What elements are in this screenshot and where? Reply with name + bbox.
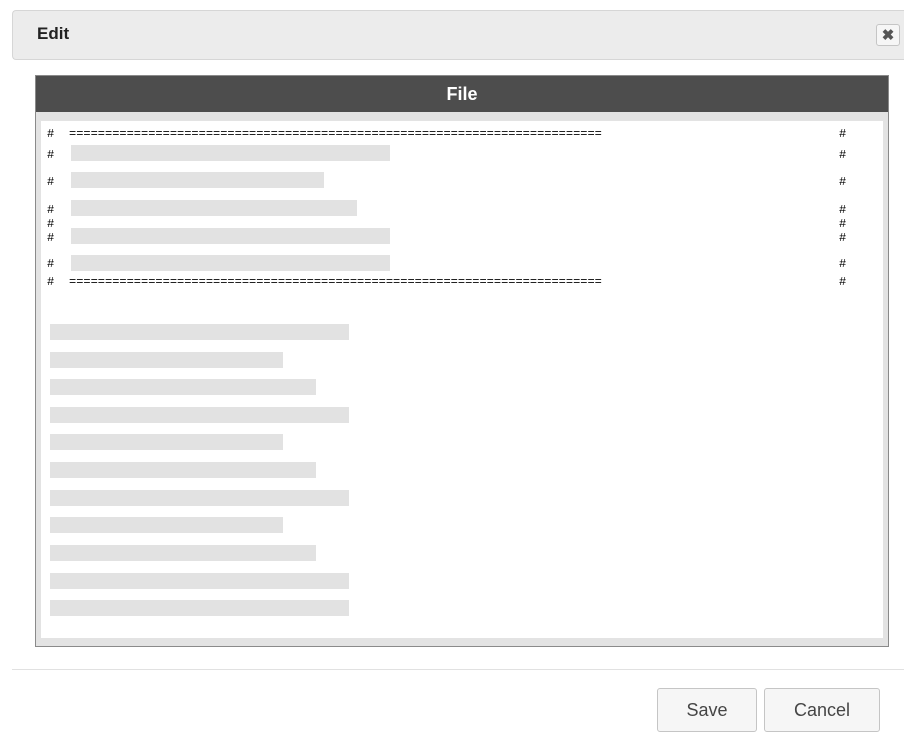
redacted-text [71,200,357,216]
redacted-line [50,490,349,506]
redacted-line [50,573,349,589]
file-editor[interactable]: # ======================================… [41,121,883,638]
comment-hash: # [839,275,847,289]
comment-hash: # [839,148,847,162]
redacted-text [71,228,390,244]
comment-hash: # [839,127,847,141]
comment-hash: # [47,203,55,217]
banner-separator-bottom: # ======================================… [47,275,867,289]
save-button[interactable]: Save [657,688,757,732]
redacted-text [71,145,390,161]
redacted-line [50,517,283,533]
comment-hash: # [839,175,847,189]
separator-text: ========================================… [69,275,602,289]
redacted-line [50,462,316,478]
redacted-text [71,172,324,188]
comment-hash: # [47,175,55,189]
dialog-title: Edit [37,24,70,43]
close-icon: ✖ [881,26,895,44]
redacted-text [71,255,390,271]
comment-hash: # [47,148,55,162]
redacted-line [50,379,316,395]
redacted-line [50,600,349,616]
separator-text: ========================================… [69,127,602,141]
redacted-line [50,407,349,423]
comment-hash: # [839,231,847,245]
panel-header: File [36,76,888,112]
redacted-line [50,434,283,450]
redacted-line [50,545,316,561]
comment-hash: # [47,231,55,245]
comment-hash: # [47,217,55,231]
redacted-line [50,352,283,368]
cancel-button[interactable]: Cancel [764,688,880,732]
comment-hash: # [47,257,55,271]
edit-dialog: Edit ✖ File # ==========================… [0,0,904,756]
redacted-line [50,324,349,340]
comment-hash: # [839,217,847,231]
comment-hash: # [47,275,55,289]
comment-hash: # [839,257,847,271]
banner-separator-top: # ======================================… [47,127,867,141]
footer-divider [12,669,904,670]
comment-hash: # [47,127,55,141]
comment-hash: # [839,203,847,217]
close-button[interactable]: ✖ [876,24,900,46]
file-panel: File # =================================… [35,75,889,647]
dialog-titlebar[interactable]: Edit ✖ [12,10,904,60]
